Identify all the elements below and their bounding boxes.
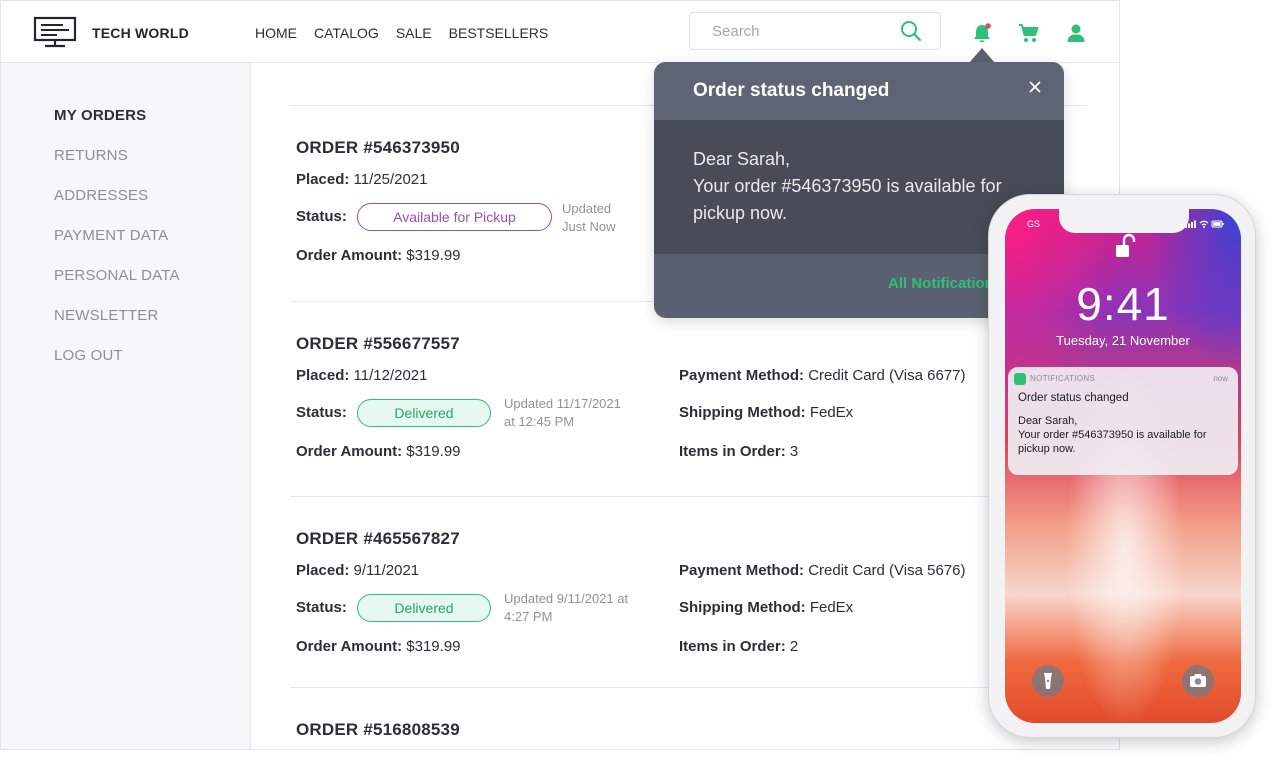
- placed-date: 9/11/2021: [353, 562, 420, 579]
- placed-label: Placed:: [296, 562, 350, 579]
- search-input[interactable]: [690, 13, 890, 49]
- order-title[interactable]: ORDER #546373950: [296, 138, 460, 158]
- notification-app-name: NOTIFICATIONS: [1030, 374, 1096, 383]
- phone-notch: [1059, 209, 1189, 233]
- account-sidebar: MY ORDERS RETURNS ADDRESSES PAYMENT DATA…: [1, 63, 251, 749]
- shipping-method: Shipping Method: FedEx: [679, 599, 854, 616]
- notification-time: now: [1213, 374, 1228, 383]
- order-amount: Order Amount: $319.99: [296, 247, 461, 264]
- placed-date: 11/12/2021: [353, 367, 428, 384]
- main-nav: HOME CATALOG SALE BESTSELLERS: [255, 25, 565, 41]
- amount-value: $319.99: [406, 638, 461, 655]
- lock-date: Tuesday, 21 November: [1056, 333, 1190, 348]
- order-placed: Placed: 11/12/2021: [296, 367, 428, 384]
- messages-app-icon: [1014, 373, 1026, 385]
- placed-date: 11/25/2021: [353, 171, 428, 188]
- status-updated: Updated Just Now: [562, 201, 616, 234]
- order-amount: Order Amount: $319.99: [296, 638, 461, 655]
- notification-title: Order status changed: [1018, 392, 1129, 404]
- popup-caret: [969, 48, 995, 63]
- shipping-method: Shipping Method: FedEx: [679, 404, 854, 421]
- status-badge: Delivered: [357, 594, 491, 622]
- sidebar-item-log-out[interactable]: LOG OUT: [54, 347, 123, 364]
- divider: [290, 496, 1088, 497]
- top-header: TECH WORLD HOME CATALOG SALE BESTSELLERS: [1, 1, 1119, 63]
- camera-icon[interactable]: [1182, 665, 1214, 697]
- bell-icon[interactable]: [971, 22, 993, 44]
- status-label: Status:: [296, 404, 347, 421]
- order-placed: Placed: 11/25/2021: [296, 171, 428, 188]
- placed-label: Placed:: [296, 171, 350, 188]
- sidebar-item-personal-data[interactable]: PERSONAL DATA: [54, 267, 180, 284]
- items-in-order: Items in Order: 3: [679, 443, 799, 460]
- order-amount: Order Amount: $319.99: [296, 443, 461, 460]
- close-icon[interactable]: [1028, 80, 1042, 94]
- popup-message: Dear Sarah, Your order #546373950 is ava…: [693, 149, 1002, 223]
- all-notifications-link[interactable]: All Notifications: [888, 275, 1002, 292]
- payment-method: Payment Method: Credit Card (Visa 6677): [679, 367, 966, 384]
- status-badge: Available for Pickup: [357, 203, 552, 231]
- status-badge: Delivered: [357, 399, 491, 427]
- nav-home[interactable]: HOME: [255, 25, 297, 41]
- status-label: Status:: [296, 208, 347, 225]
- notification-message: Dear Sarah, Your order #546373950 is ava…: [1018, 415, 1207, 455]
- nav-catalog[interactable]: CATALOG: [314, 25, 379, 41]
- sidebar-item-my-orders[interactable]: MY ORDERS: [54, 107, 146, 124]
- unlock-icon: [1116, 233, 1136, 257]
- carrier-label: GS: [1027, 219, 1041, 229]
- status-label: Status:: [296, 599, 347, 616]
- lock-time: 9:41: [1076, 278, 1170, 330]
- order-placed: Placed: 9/11/2021: [296, 562, 419, 579]
- monitor-logo-icon: [33, 16, 77, 48]
- sidebar-item-payment-data[interactable]: PAYMENT DATA: [54, 227, 168, 244]
- search-icon[interactable]: [900, 20, 922, 42]
- amount-label: Order Amount:: [296, 247, 403, 264]
- status-updated: Updated 9/11/2021 at 4:27 PM: [504, 591, 629, 624]
- brand-name: TECH WORLD: [92, 25, 189, 41]
- amount-value: $319.99: [406, 247, 461, 264]
- sidebar-item-returns[interactable]: RETURNS: [54, 147, 128, 164]
- lock-screen-notification[interactable]: NOTIFICATIONS now Order status changed D…: [1008, 367, 1238, 475]
- order-title[interactable]: ORDER #465567827: [296, 529, 460, 549]
- placed-label: Placed:: [296, 367, 350, 384]
- user-icon[interactable]: [1065, 22, 1087, 44]
- cart-icon[interactable]: [1018, 22, 1040, 44]
- divider: [290, 687, 1088, 688]
- sidebar-item-newsletter[interactable]: NEWSLETTER: [54, 307, 159, 324]
- nav-sale[interactable]: SALE: [396, 25, 432, 41]
- sidebar-item-addresses[interactable]: ADDRESSES: [54, 187, 148, 204]
- order-title[interactable]: ORDER #516808539: [296, 720, 460, 740]
- signal-wifi-battery-icon: [1185, 220, 1224, 228]
- order-title[interactable]: ORDER #556677557: [296, 334, 460, 354]
- phone-mockup: GS 9:41 Tuesday, 21 November NOTIFICATIO…: [988, 194, 1256, 738]
- nav-bestsellers[interactable]: BESTSELLERS: [449, 25, 549, 41]
- amount-label: Order Amount:: [296, 443, 403, 460]
- popup-header: Order status changed: [654, 62, 1064, 120]
- amount-value: $319.99: [406, 443, 461, 460]
- amount-label: Order Amount:: [296, 638, 403, 655]
- popup-title: Order status changed: [693, 80, 890, 101]
- flashlight-icon[interactable]: [1032, 665, 1064, 697]
- status-updated: Updated 11/17/2021 at 12:45 PM: [504, 396, 621, 429]
- phone-lock-screen: GS 9:41 Tuesday, 21 November NOTIFICATIO…: [1005, 209, 1241, 723]
- payment-method: Payment Method: Credit Card (Visa 5676): [679, 562, 966, 579]
- search-box: [689, 12, 941, 50]
- items-in-order: Items in Order: 2: [679, 638, 799, 655]
